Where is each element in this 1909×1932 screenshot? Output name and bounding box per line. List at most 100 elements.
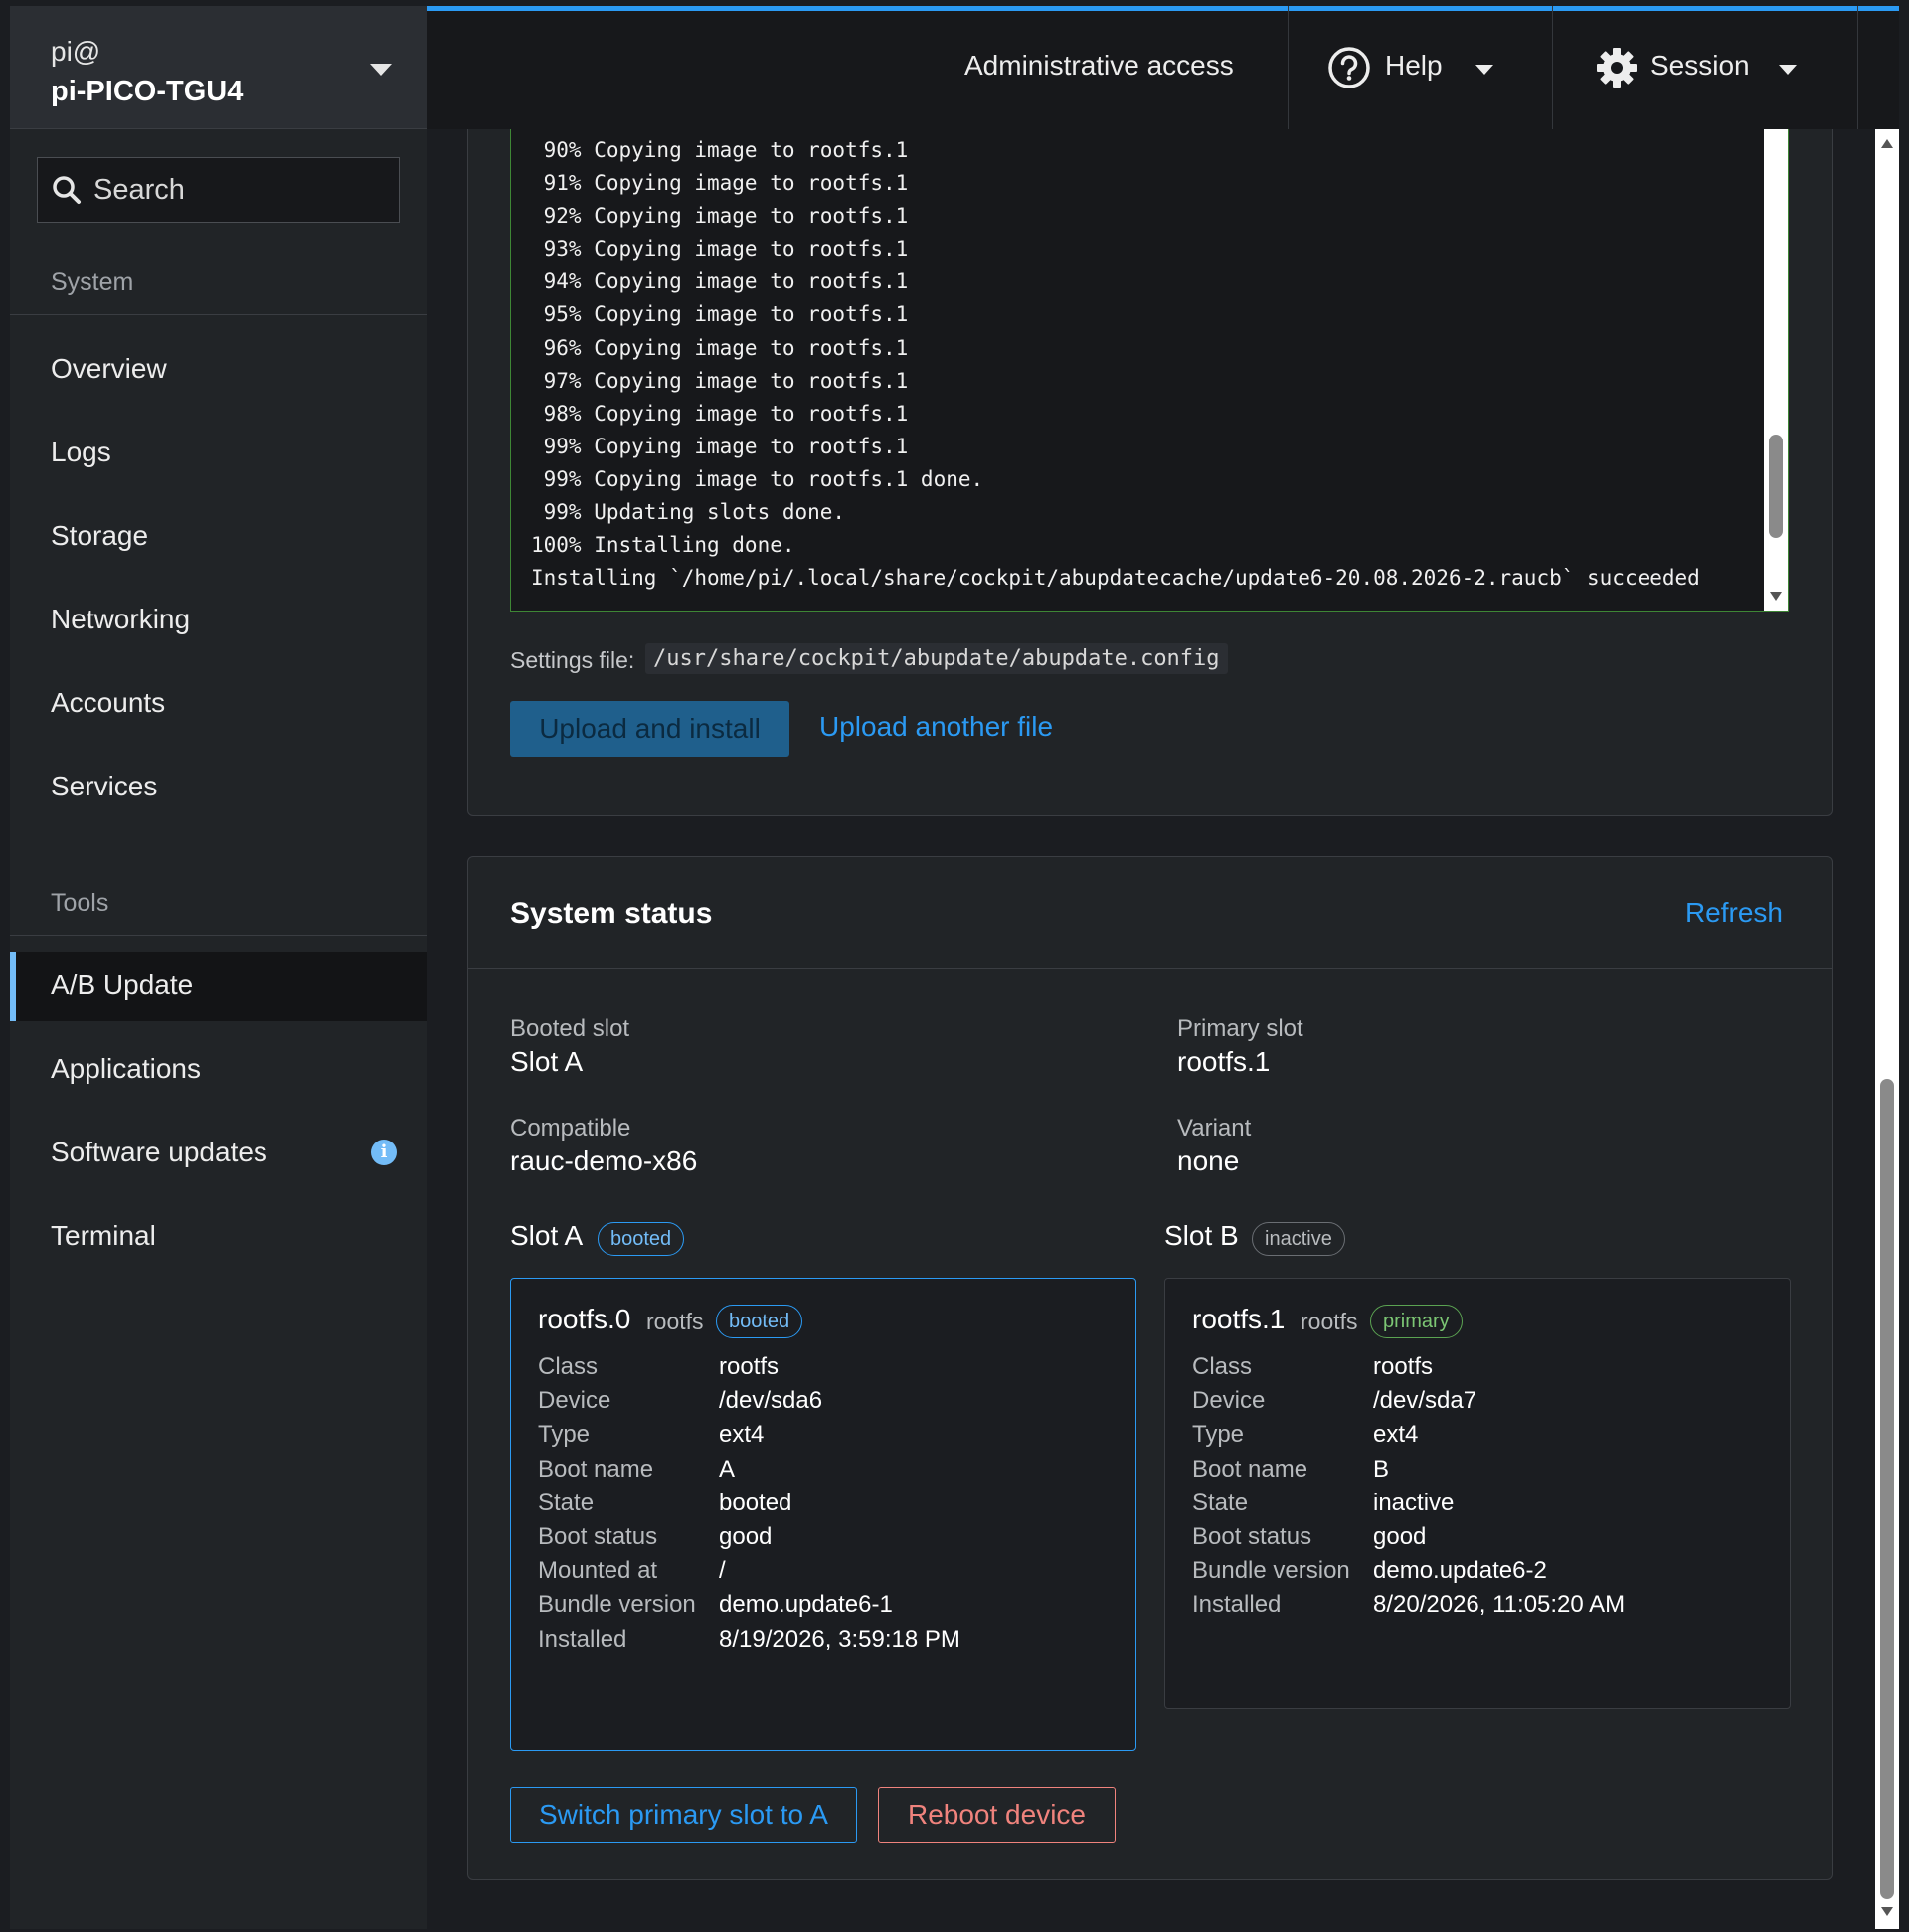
- reboot-device-button[interactable]: Reboot device: [878, 1787, 1116, 1843]
- log-line: 97% Copying image to rootfs.1: [531, 368, 909, 393]
- search-icon: [52, 175, 82, 210]
- sidebar-item-label: Services: [51, 771, 158, 801]
- log-line: 93% Copying image to rootfs.1: [531, 237, 909, 262]
- slot-detail-value: demo.update6-1: [719, 1591, 893, 1619]
- sidebar-item-label: Logs: [51, 437, 111, 467]
- sidebar-item-logs[interactable]: Logs: [10, 419, 427, 488]
- card-divider: [468, 968, 1832, 969]
- log-line: 90% Copying image to rootfs.1: [531, 138, 909, 162]
- booted-slot-value: Slot A: [510, 1046, 584, 1077]
- log-line: 99% Updating slots done.: [531, 500, 846, 525]
- help-menu-button[interactable]: Help: [1288, 6, 1552, 129]
- log-line: 98% Copying image to rootfs.1: [531, 401, 909, 426]
- upload-and-install-button[interactable]: Upload and install: [510, 701, 789, 757]
- upload-another-file-link[interactable]: Upload another file: [819, 711, 1053, 743]
- refresh-button[interactable]: Refresh: [1685, 897, 1783, 929]
- scroll-down-icon[interactable]: [1881, 1907, 1893, 1916]
- search-input[interactable]: Search: [37, 157, 400, 223]
- slot-detail-label: Class: [538, 1353, 599, 1380]
- slot-primary-badge: primary: [1370, 1305, 1463, 1338]
- slot-detail-value: good: [719, 1523, 773, 1550]
- nav-section-system: System: [51, 268, 134, 296]
- variant-value: none: [1177, 1145, 1240, 1176]
- slot-detail-value: A: [719, 1455, 736, 1483]
- main-content: 90% Copying image to rootfs.1 91% Copyin…: [427, 129, 1875, 1929]
- help-label: Help: [1385, 50, 1443, 81]
- host-name: pi-PICO-TGU4: [51, 76, 244, 107]
- slot-a-card[interactable]: rootfs.0 rootfs booted Class rootfs Device…: [510, 1278, 1136, 1751]
- sidebar-item-terminal[interactable]: Terminal: [10, 1202, 427, 1272]
- gear-icon: [1595, 46, 1639, 94]
- log-line: Installing `/home/pi/.local/share/cockpi…: [531, 566, 1700, 591]
- sidebar-item-accounts[interactable]: Accounts: [10, 669, 427, 739]
- sidebar-item-services[interactable]: Services: [10, 753, 427, 822]
- nav-divider: [10, 314, 427, 315]
- sidebar-item-networking[interactable]: Networking: [10, 586, 427, 655]
- session-menu-button[interactable]: Session: [1553, 6, 1857, 129]
- slot-detail-label: Boot status: [1192, 1523, 1312, 1550]
- slot-class-tag: rootfs: [1301, 1309, 1358, 1334]
- scroll-up-icon[interactable]: [1881, 139, 1893, 148]
- switch-primary-slot-button[interactable]: Switch primary slot to A: [510, 1787, 857, 1843]
- caret-down-icon: [1475, 65, 1493, 75]
- slot-detail-label: Device: [538, 1387, 611, 1415]
- slot-b-card[interactable]: rootfs.1 rootfs primary Class rootfs Devic…: [1164, 1278, 1791, 1709]
- sidebar-item-ab-update[interactable]: A/B Update: [10, 952, 427, 1021]
- variant-label: Variant: [1177, 1115, 1252, 1142]
- log-line: 91% Copying image to rootfs.1: [531, 171, 909, 196]
- nav-divider: [10, 935, 427, 936]
- system-status-title: System status: [510, 897, 713, 930]
- sidebar-item-label: Terminal: [51, 1220, 156, 1251]
- sidebar-item-software-updates[interactable]: Software updates i: [10, 1119, 427, 1188]
- log-scrollbar-thumb[interactable]: [1769, 435, 1783, 538]
- compatible-value: rauc-demo-x86: [510, 1145, 698, 1176]
- slot-detail-label: Bundle version: [538, 1591, 696, 1619]
- sidebar-item-overview[interactable]: Overview: [10, 335, 427, 405]
- log-line: 94% Copying image to rootfs.1: [531, 269, 909, 294]
- slot-class-tag: rootfs: [646, 1309, 704, 1334]
- slot-detail-label: Boot name: [538, 1455, 654, 1483]
- slot-detail-value: demo.update6-2: [1373, 1557, 1547, 1585]
- slot-detail-label: Boot status: [538, 1523, 658, 1550]
- slot-a-status-badge: booted: [598, 1222, 685, 1256]
- administrative-access-button[interactable]: Administrative access: [935, 6, 1293, 129]
- settings-file-path: /usr/share/cockpit/abupdate/abupdate.con…: [645, 643, 1228, 674]
- sidebar-item-label: Software updates: [51, 1137, 267, 1167]
- booted-slot-label: Booted slot: [510, 1015, 630, 1042]
- slot-detail-label: Type: [1192, 1421, 1245, 1449]
- administrative-access-label: Administrative access: [964, 50, 1234, 81]
- host-switcher[interactable]: pi@ pi-PICO-TGU4: [10, 6, 427, 129]
- sidebar-item-label: A/B Update: [51, 969, 194, 1000]
- slot-detail-value: 8/19/2026, 3:59:18 PM: [719, 1625, 960, 1653]
- sidebar: pi@ pi-PICO-TGU4 Search System Overview …: [10, 6, 427, 1929]
- page-scrollbar[interactable]: [1875, 129, 1899, 1929]
- primary-slot-value: rootfs.1: [1177, 1046, 1271, 1077]
- scroll-down-icon[interactable]: [1770, 592, 1782, 601]
- log-line: 95% Copying image to rootfs.1: [531, 302, 909, 327]
- slot-detail-value: rootfs: [1373, 1353, 1434, 1380]
- page-scrollbar-thumb[interactable]: [1880, 1079, 1894, 1899]
- slot-detail-value: ext4: [1373, 1421, 1419, 1449]
- slot-detail-value: /dev/sda7: [1373, 1387, 1477, 1415]
- slot-detail-label: Mounted at: [538, 1557, 658, 1585]
- slot-detail-label: Installed: [1192, 1591, 1282, 1619]
- slot-name: rootfs.0: [538, 1304, 631, 1334]
- sidebar-item-storage[interactable]: Storage: [10, 502, 427, 572]
- nav-section-tools: Tools: [51, 889, 109, 917]
- log-line: 92% Copying image to rootfs.1: [531, 204, 909, 229]
- slot-detail-label: State: [538, 1489, 595, 1516]
- slot-detail-value: booted: [719, 1489, 792, 1516]
- search-placeholder: Search: [93, 174, 185, 206]
- slot-a-title: Slot A: [510, 1220, 584, 1251]
- slot-detail-value: 8/20/2026, 11:05:20 AM: [1373, 1591, 1626, 1619]
- log-line: 96% Copying image to rootfs.1: [531, 335, 909, 360]
- compatible-label: Compatible: [510, 1115, 631, 1142]
- slot-detail-label: Boot name: [1192, 1455, 1308, 1483]
- sidebar-item-applications[interactable]: Applications: [10, 1035, 427, 1105]
- install-card: 90% Copying image to rootfs.1 91% Copyin…: [467, 129, 1833, 816]
- chevron-down-icon[interactable]: [370, 64, 392, 76]
- slot-detail-value: good: [1373, 1523, 1427, 1550]
- masthead-divider: [1857, 6, 1858, 129]
- slot-detail-label: Class: [1192, 1353, 1253, 1380]
- log-scrollbar[interactable]: [1764, 129, 1788, 611]
